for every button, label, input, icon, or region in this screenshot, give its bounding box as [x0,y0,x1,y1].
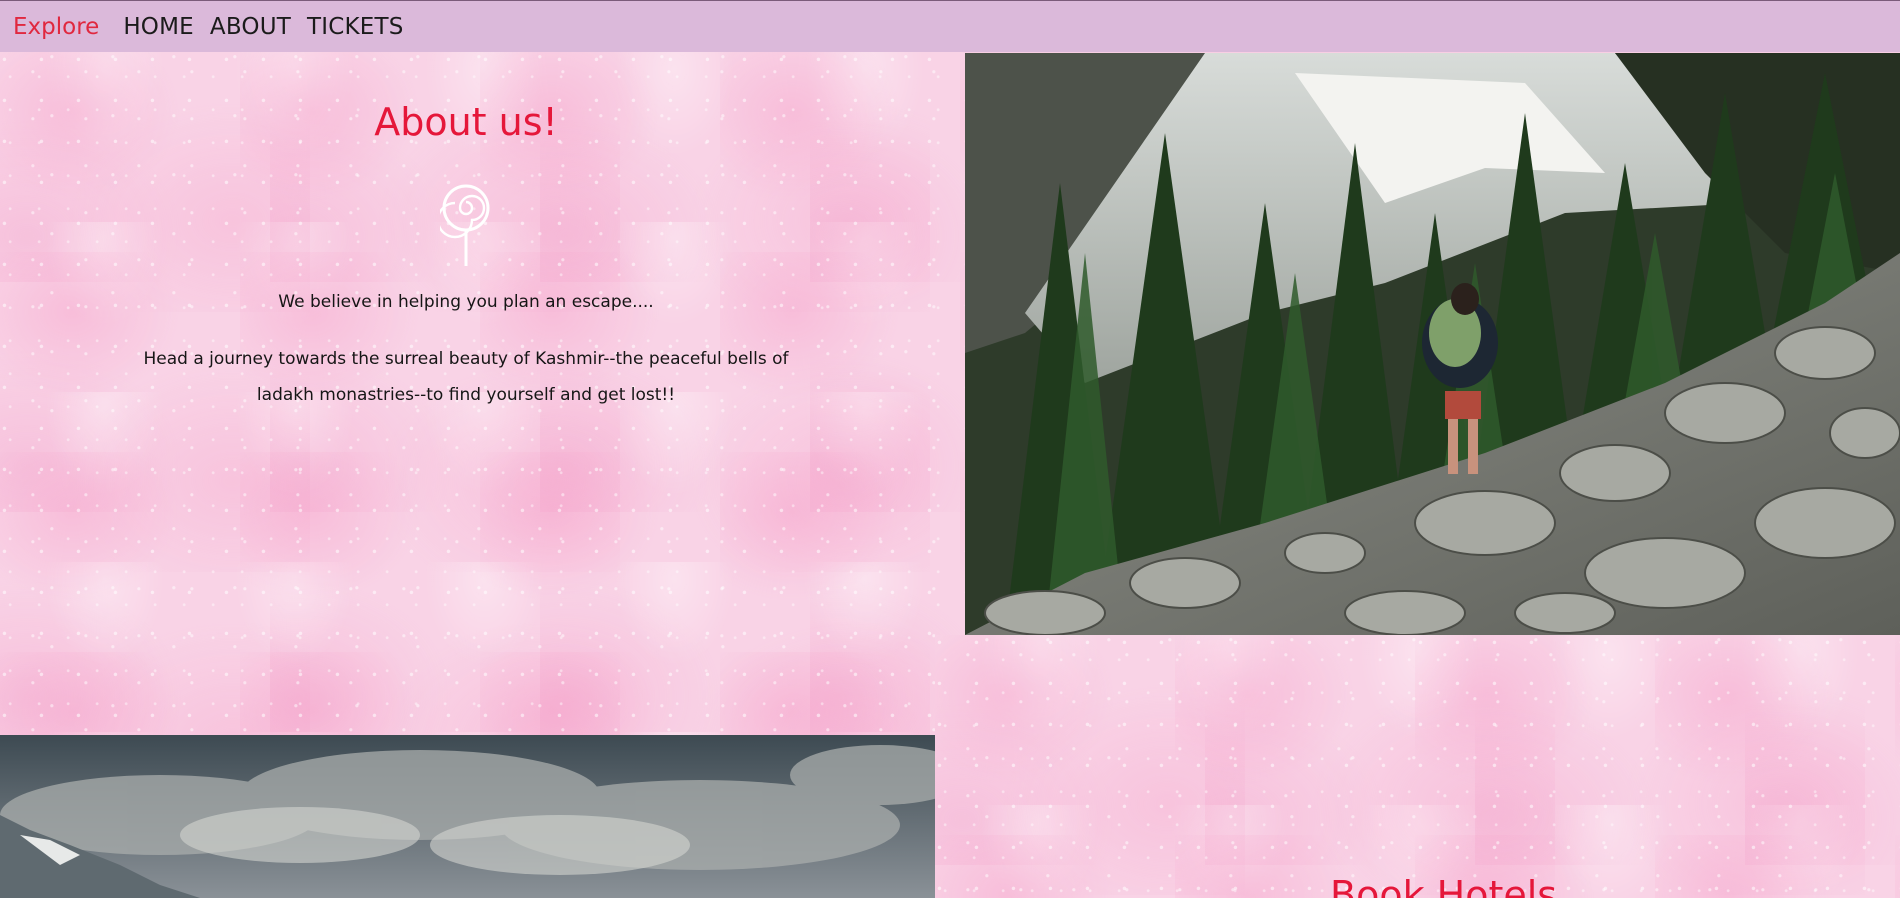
hotels-title: Book Hotels [1330,873,1558,898]
nav-link-about[interactable]: ABOUT [210,14,291,40]
hiker-forest-photo [965,53,1900,635]
nav-link-home[interactable]: HOME [123,14,194,40]
about-description: Head a journey towards the surreal beaut… [143,349,789,405]
top-navbar: Explore HOME ABOUT TICKETS [0,0,1900,52]
nav-link-tickets[interactable]: TICKETS [307,14,404,40]
about-title: About us! [374,100,558,144]
hotels-section [935,635,1900,898]
about-tagline: We believe in helping you plan an escape… [278,292,654,312]
brand-link[interactable]: Explore [13,14,99,40]
cloudy-mountain-photo [0,735,935,898]
lollipop-icon [440,184,490,266]
